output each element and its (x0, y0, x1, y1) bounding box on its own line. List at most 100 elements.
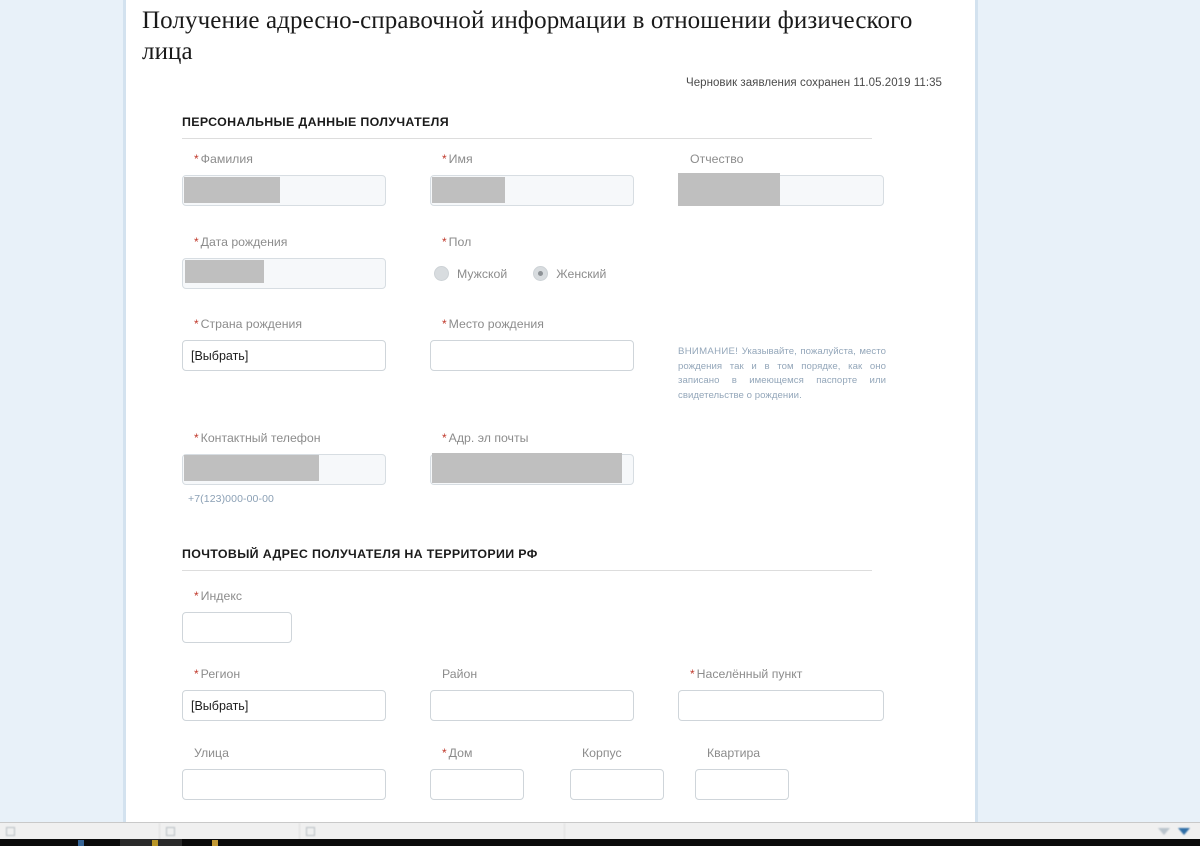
form-row-zip: * Индекс (182, 589, 975, 644)
application-form: ПЕРСОНАЛЬНЫЕ ДАННЫЕ ПОЛУЧАТЕЛЯ * Фамилия … (126, 115, 975, 822)
section-divider (182, 138, 872, 139)
file-size-icon (306, 827, 315, 836)
label-gender: * Пол (442, 235, 472, 249)
label-building: Корпус (582, 746, 622, 761)
status-cell-4 (565, 823, 1150, 840)
input-street[interactable] (182, 769, 386, 801)
required-asterisk: * (194, 152, 199, 166)
status-bar-zoom-area (1150, 828, 1200, 835)
app-status-bar (0, 822, 1200, 840)
form-row-contacts: * Контактный телефон +7(123)000-00-00 * Ад… (182, 431, 975, 505)
field-surname: * Фамилия (182, 152, 386, 206)
label-firstname: * Имя (442, 152, 473, 166)
radio-label-male: Мужской (457, 266, 508, 281)
form-row-name: * Фамилия * Имя Отчество (182, 152, 975, 206)
field-email: * Адр. эл почты (430, 431, 634, 505)
required-asterisk: * (194, 317, 199, 331)
field-birthdate: * Дата рождения (182, 235, 386, 289)
input-district[interactable] (430, 690, 634, 722)
input-building[interactable] (570, 769, 664, 801)
input-locality[interactable] (678, 690, 884, 722)
status-cell-2 (160, 823, 300, 840)
label-patronymic: Отчество (690, 152, 744, 166)
required-asterisk: * (442, 317, 447, 331)
status-cell-1 (0, 823, 160, 840)
chevron-down-filled-icon[interactable] (1178, 828, 1190, 835)
input-firstname[interactable] (430, 175, 634, 206)
label-house: * Дом (442, 746, 473, 761)
field-locality: * Населённый пункт (678, 667, 884, 722)
input-birthdate[interactable] (182, 258, 386, 289)
chevron-down-icon[interactable] (1158, 828, 1170, 835)
image-icon (166, 827, 175, 836)
label-district: Район (442, 667, 478, 682)
radio-option-female[interactable]: Женский (533, 266, 606, 281)
input-email[interactable] (430, 454, 634, 486)
taskbar-icon-3[interactable] (212, 840, 218, 846)
os-taskbar (0, 839, 1200, 846)
input-apartment[interactable] (695, 769, 789, 801)
image-icon (6, 827, 15, 836)
taskbar-active-window[interactable] (120, 839, 182, 846)
section-title-postal: ПОЧТОВЫЙ АДРЕС ПОЛУЧАТЕЛЯ НА ТЕРРИТОРИИ … (182, 547, 538, 562)
radio-option-male[interactable]: Мужской (434, 266, 507, 281)
field-firstname: * Имя (430, 152, 634, 206)
hint-phone-format: +7(123)000-00-00 (188, 493, 274, 506)
field-zip: * Индекс (182, 589, 292, 644)
radio-label-female: Женский (556, 266, 607, 281)
field-house: * Дом (430, 746, 524, 801)
field-birth-place: * Место рождения (430, 317, 634, 403)
input-phone[interactable] (182, 454, 386, 486)
label-locality: * Населённый пункт (690, 667, 803, 682)
label-phone: * Контактный телефон (194, 431, 321, 446)
label-street: Улица (194, 746, 229, 761)
label-birth-country: * Страна рождения (194, 317, 303, 331)
label-birth-place: * Место рождения (442, 317, 544, 331)
draft-saved-notice: Черновик заявления сохранен 11.05.2019 1… (685, 77, 942, 89)
page-right-edge (975, 0, 978, 846)
required-asterisk: * (442, 431, 447, 446)
input-surname[interactable] (182, 175, 386, 206)
status-cell-3 (300, 823, 565, 840)
taskbar-icon-2[interactable] (152, 840, 158, 846)
input-patronymic[interactable] (678, 175, 884, 206)
input-house[interactable] (430, 769, 524, 801)
section-header-personal: ПЕРСОНАЛЬНЫЕ ДАННЫЕ ПОЛУЧАТЕЛЯ (182, 115, 872, 139)
section-divider (182, 570, 872, 572)
field-gender: * Пол Мужской Женский (430, 235, 634, 289)
form-row-region: *Регион Район *Населённый пункт (182, 667, 975, 722)
field-apartment: Квартира (695, 746, 789, 801)
radio-circle-selected-icon (533, 266, 549, 281)
input-zip[interactable] (182, 612, 292, 644)
form-row-birth-gender: * Дата рождения * Пол Мужской Женский (182, 235, 975, 289)
field-street: Улица (182, 746, 386, 801)
radio-circle-icon (434, 266, 449, 281)
label-birthdate: * Дата рождения (194, 235, 288, 249)
label-surname: * Фамилия (194, 152, 253, 166)
required-asterisk: * (194, 589, 199, 604)
select-region[interactable] (182, 690, 386, 722)
form-row-birthplace: *Страна рождения *Место рождения ВНИМАНИ… (182, 317, 975, 403)
field-building: Корпус (570, 746, 664, 801)
required-asterisk: * (442, 746, 447, 761)
select-birth-country[interactable] (182, 340, 386, 371)
field-district: Район (430, 667, 634, 722)
required-asterisk: * (194, 235, 199, 249)
form-row-street: Улица * Дом Корпус Квартира (182, 746, 975, 801)
section-title-personal: ПЕРСОНАЛЬНЫЕ ДАННЫЕ ПОЛУЧАТЕЛЯ (182, 115, 449, 129)
required-asterisk: * (442, 235, 447, 249)
required-asterisk: * (194, 431, 199, 446)
birthplace-warning-note: ВНИМАНИЕ! Указывайте, пожалуйста, место … (678, 317, 886, 403)
field-patronymic: Отчество (678, 152, 884, 206)
label-region: * Регион (194, 667, 241, 682)
taskbar-icon-1[interactable] (78, 840, 84, 846)
section-header-postal: ПОЧТОВЫЙ АДРЕС ПОЛУЧАТЕЛЯ НА ТЕРРИТОРИИ … (182, 547, 872, 572)
label-zip: * Индекс (194, 589, 242, 604)
required-asterisk: * (442, 152, 447, 166)
field-region: * Регион (182, 667, 386, 722)
input-birth-place[interactable] (430, 340, 634, 371)
field-phone: * Контактный телефон +7(123)000-00-00 (182, 431, 386, 505)
required-asterisk: * (194, 667, 199, 682)
document-page: Получение адресно-справочной информации … (126, 0, 975, 822)
page-title: Получение адресно-справочной информации … (142, 7, 913, 65)
